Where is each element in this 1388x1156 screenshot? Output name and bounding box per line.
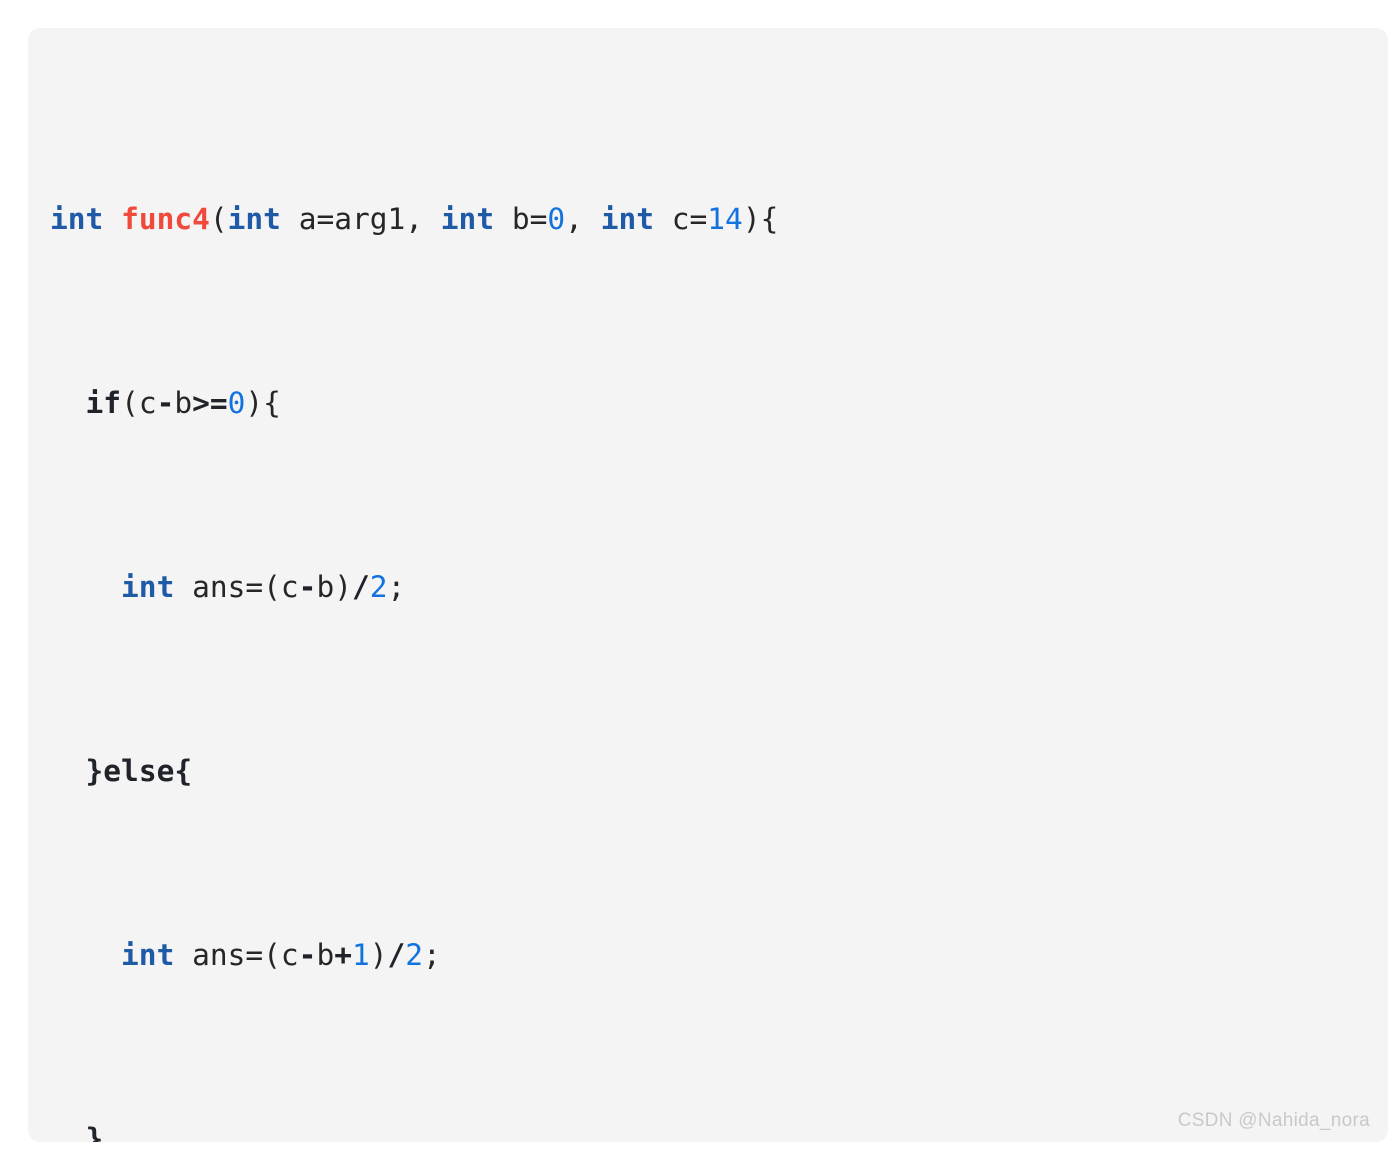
keyword-int: int [600, 202, 654, 236]
code-line-3: int ans=(c-b)/2; [121, 570, 406, 604]
number-literal: 0 [227, 386, 246, 420]
keyword-int: int [227, 202, 281, 236]
number-literal: 1 [351, 938, 370, 972]
code-line-2: if(c-b>=0){ [85, 386, 281, 420]
keyword-int: int [440, 202, 495, 236]
keyword-else: }else{ [85, 754, 193, 788]
code-line-4: }else{ [50, 748, 1388, 794]
source-code[interactable]: int func4(int a=arg1, int b=0, int c=14)… [28, 58, 1388, 1142]
number-literal: 0 [547, 202, 566, 236]
number-literal: 2 [405, 938, 424, 972]
keyword-int: int [121, 570, 175, 604]
number-literal: 2 [369, 570, 388, 604]
watermark-text: CSDN @Nahida_nora [1177, 1110, 1370, 1131]
number-literal: 14 [707, 202, 743, 236]
closing-brace: } [85, 1122, 104, 1142]
keyword-if: if [85, 386, 122, 420]
function-name-func4: func4 [121, 202, 210, 236]
code-line-5: int ans=(c-b+1)/2; [121, 938, 441, 972]
code-line-1: int func4(int a=arg1, int b=0, int c=14)… [50, 202, 779, 236]
keyword-int: int [50, 202, 104, 236]
code-block-card: int func4(int a=arg1, int b=0, int c=14)… [28, 28, 1388, 1142]
keyword-int: int [121, 938, 175, 972]
